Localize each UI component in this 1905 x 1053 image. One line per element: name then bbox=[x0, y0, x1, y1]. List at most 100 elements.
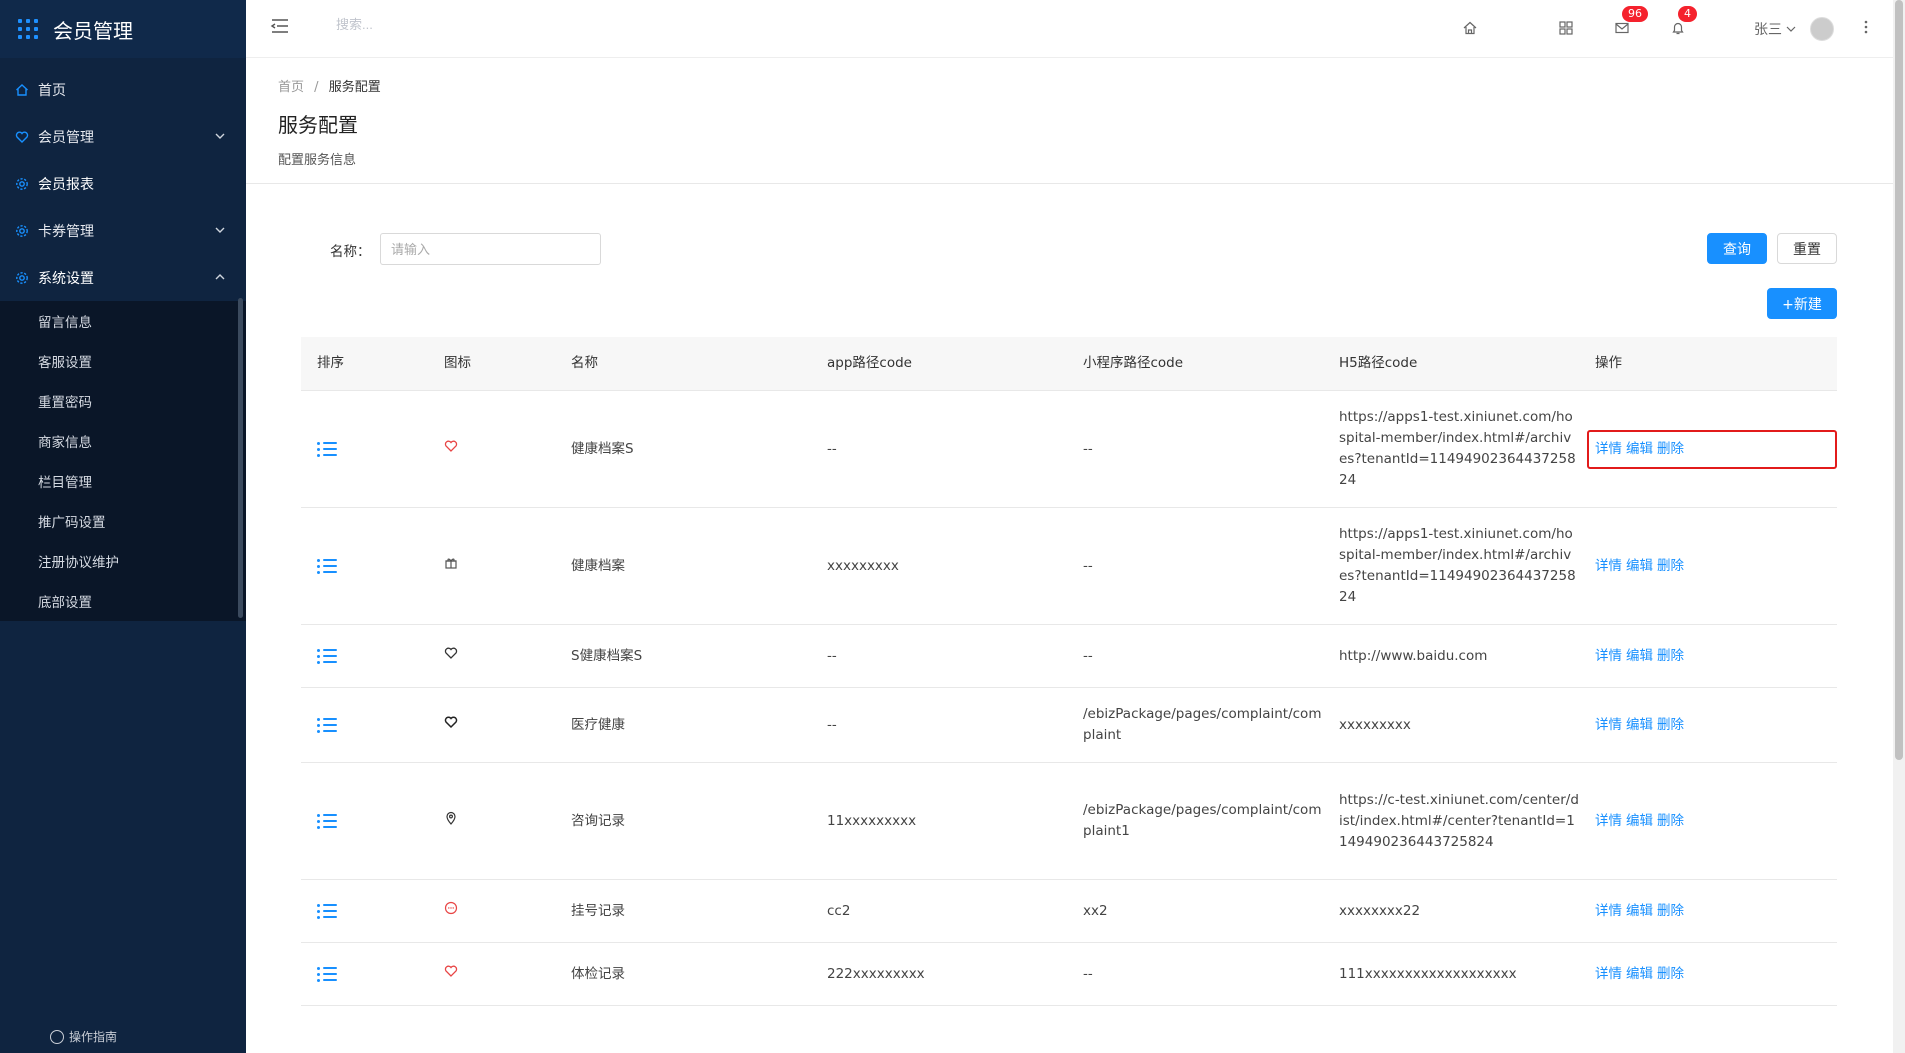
drag-sort-icon[interactable] bbox=[317, 717, 337, 733]
page-scrollbar[interactable] bbox=[1893, 0, 1905, 1053]
sidebar-item-label: 卡券管理 bbox=[38, 223, 94, 240]
breadcrumb-home[interactable]: 首页 bbox=[278, 80, 304, 95]
drag-sort-icon[interactable] bbox=[317, 903, 337, 919]
more-vertical-icon[interactable] bbox=[1858, 18, 1874, 40]
row-actions: 详情 编辑 删除 bbox=[1595, 556, 1837, 577]
drag-sort-icon[interactable] bbox=[317, 441, 337, 457]
sidebar-subitem-promo-code[interactable]: 推广码设置 bbox=[0, 501, 246, 541]
sidebar-scrollbar[interactable] bbox=[238, 298, 243, 618]
h5-path-cell: 111xxxxxxxxxxxxxxxxxxx bbox=[1339, 965, 1517, 982]
edit-link[interactable]: 编辑 bbox=[1626, 556, 1653, 577]
sidebar-subitem-registration-agreement[interactable]: 注册协议维护 bbox=[0, 541, 246, 581]
heart-icon bbox=[444, 965, 458, 977]
delete-link[interactable]: 删除 bbox=[1657, 556, 1684, 577]
detail-link[interactable]: 详情 bbox=[1595, 964, 1622, 985]
table-row: 咨询记录 11xxxxxxxxx /ebizPackage/pages/comp… bbox=[301, 763, 1837, 880]
sidebar-subitem-customer-service[interactable]: 客服设置 bbox=[0, 341, 246, 381]
gift-icon bbox=[445, 558, 457, 569]
sort-cell bbox=[301, 813, 428, 829]
drag-sort-icon[interactable] bbox=[317, 558, 337, 574]
delete-link[interactable]: 删除 bbox=[1657, 964, 1684, 985]
menu-collapse-icon[interactable] bbox=[270, 16, 290, 40]
drag-sort-icon[interactable] bbox=[317, 813, 337, 829]
user-menu[interactable]: 张三 bbox=[1754, 17, 1834, 41]
name-cell: 咨询记录 bbox=[571, 812, 625, 829]
operation-guide-link[interactable]: 操作指南 bbox=[50, 1028, 117, 1045]
sort-cell bbox=[301, 966, 428, 982]
avatar bbox=[1810, 17, 1834, 41]
sidebar-subitem-reset-password[interactable]: 重置密码 bbox=[0, 381, 246, 421]
row-actions: 详情 编辑 删除 bbox=[1595, 964, 1837, 985]
edit-link[interactable]: 编辑 bbox=[1626, 901, 1653, 922]
sidebar-item-home[interactable]: 首页 bbox=[0, 66, 246, 113]
app-logo[interactable]: 会员管理 bbox=[0, 0, 246, 58]
reset-button[interactable]: 重置 bbox=[1777, 233, 1837, 264]
apps-grid-icon[interactable] bbox=[1556, 18, 1576, 38]
actions-cell: 详情 编辑 删除 bbox=[1579, 811, 1837, 832]
delete-link[interactable]: 删除 bbox=[1657, 646, 1684, 667]
page-title: 服务配置 bbox=[278, 113, 358, 137]
icon-cell bbox=[428, 439, 555, 460]
new-button[interactable]: +新建 bbox=[1767, 288, 1837, 319]
search-input[interactable] bbox=[336, 17, 636, 32]
delete-link[interactable]: 删除 bbox=[1657, 715, 1684, 736]
name-filter-label: 名称： bbox=[330, 244, 371, 260]
edit-link[interactable]: 编辑 bbox=[1626, 811, 1653, 832]
sidebar-item-member-management[interactable]: 会员管理 bbox=[0, 113, 246, 160]
user-name: 张三 bbox=[1754, 22, 1782, 38]
heart-icon bbox=[444, 440, 458, 452]
heart-outline-icon bbox=[444, 715, 458, 728]
row-actions: 详情 编辑 删除 bbox=[1595, 646, 1837, 667]
column-header-name: 名称 bbox=[571, 355, 598, 371]
detail-link[interactable]: 详情 bbox=[1595, 715, 1622, 736]
sidebar-item-coupon-management[interactable]: 卡券管理 bbox=[0, 207, 246, 254]
query-button[interactable]: 查询 bbox=[1707, 233, 1767, 264]
delete-link[interactable]: 删除 bbox=[1657, 811, 1684, 832]
detail-link[interactable]: 详情 bbox=[1595, 901, 1622, 922]
detail-link[interactable]: 详情 bbox=[1595, 556, 1622, 577]
service-config-table: 排序 图标 名称 app路径code 小程序路径code H5路径code 操作… bbox=[301, 337, 1837, 1006]
sidebar-subitem-merchant-info[interactable]: 商家信息 bbox=[0, 421, 246, 461]
table-row: 医疗健康 -- /ebizPackage/pages/complaint/com… bbox=[301, 688, 1837, 763]
sidebar-subitem-footer-settings[interactable]: 底部设置 bbox=[0, 581, 246, 621]
h5-path-cell: https://apps1-test.xiniunet.com/hospital… bbox=[1339, 526, 1576, 605]
breadcrumb-separator: / bbox=[314, 80, 319, 95]
h5-path-cell: xxxxxxxx22 bbox=[1339, 902, 1421, 919]
drag-sort-icon[interactable] bbox=[317, 966, 337, 982]
sidebar-item-member-report[interactable]: 会员报表 bbox=[0, 160, 246, 207]
sidebar-subitem-messages[interactable]: 留言信息 bbox=[0, 301, 246, 341]
detail-link[interactable]: 详情 bbox=[1595, 646, 1622, 667]
home-icon bbox=[14, 82, 30, 98]
miniprogram-path-cell: -- bbox=[1083, 440, 1093, 457]
detail-link[interactable]: 详情 bbox=[1595, 811, 1622, 832]
actions-cell: 详情 编辑 删除 bbox=[1579, 646, 1837, 667]
bell-icon[interactable]: 4 bbox=[1668, 6, 1697, 38]
edit-link[interactable]: 编辑 bbox=[1626, 439, 1653, 460]
miniprogram-path-cell: /ebizPackage/pages/complaint/complaint1 bbox=[1083, 802, 1322, 839]
icon-cell bbox=[428, 901, 555, 922]
delete-link[interactable]: 删除 bbox=[1657, 901, 1684, 922]
app-root: 会员管理 首页 会员管理 会员报表 卡券管理 系统设置 留言信息 客服设置 重置… bbox=[0, 0, 1905, 1053]
column-header-actions: 操作 bbox=[1595, 355, 1622, 371]
h5-path-cell: https://c-test.xiniunet.com/center/dist/… bbox=[1339, 791, 1579, 850]
sidebar-subitem-column-management[interactable]: 栏目管理 bbox=[0, 461, 246, 501]
breadcrumb: 首页 / 服务配置 bbox=[278, 76, 381, 95]
sidebar-item-system-settings[interactable]: 系统设置 bbox=[0, 254, 246, 301]
drag-sort-icon[interactable] bbox=[317, 648, 337, 664]
actions-cell: 详情 编辑 删除 bbox=[1579, 964, 1837, 985]
edit-link[interactable]: 编辑 bbox=[1626, 964, 1653, 985]
sort-cell bbox=[301, 903, 428, 919]
edit-link[interactable]: 编辑 bbox=[1626, 646, 1653, 667]
sort-cell bbox=[301, 558, 428, 574]
home-icon[interactable] bbox=[1460, 18, 1480, 38]
edit-link[interactable]: 编辑 bbox=[1626, 715, 1653, 736]
detail-link[interactable]: 详情 bbox=[1595, 439, 1622, 460]
mail-icon[interactable]: 96 bbox=[1612, 6, 1648, 38]
delete-link[interactable]: 删除 bbox=[1657, 439, 1684, 460]
gear-icon bbox=[14, 176, 30, 192]
app-path-cell: 222xxxxxxxxx bbox=[827, 965, 925, 982]
heart-shield-icon bbox=[14, 129, 30, 145]
name-filter-input[interactable] bbox=[380, 233, 601, 265]
app-path-cell: 11xxxxxxxxx bbox=[827, 812, 917, 829]
page-scrollbar-thumb[interactable] bbox=[1895, 0, 1903, 760]
